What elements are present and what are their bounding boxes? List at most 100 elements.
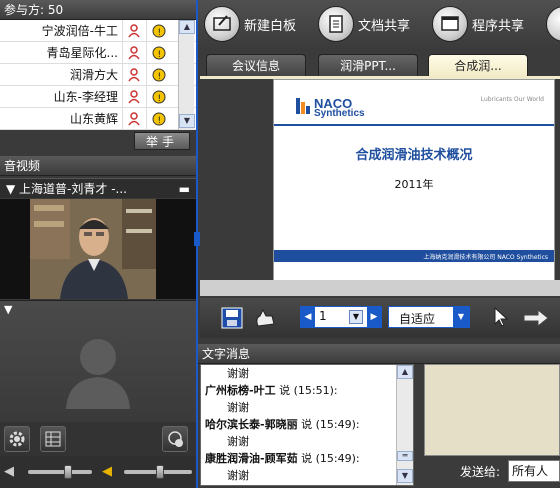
microphone-icon[interactable]: ◀	[102, 464, 112, 479]
tab-lubrication-ppt[interactable]: 润滑PPT...	[318, 54, 418, 76]
speaker-volume-knob[interactable]	[64, 465, 72, 479]
main-toolbar: 新建白板 文档共享 程序共享	[198, 0, 560, 50]
empty-video-slot: ▼	[0, 300, 196, 422]
mic-volume-knob[interactable]	[156, 465, 164, 479]
participants-scrollbar[interactable]: ▲ ▼	[178, 20, 195, 130]
svg-text:!: !	[157, 94, 161, 104]
chat-sender: 康胜润滑油-顾军茹	[205, 452, 298, 465]
svg-text:!: !	[157, 50, 161, 60]
scroll-down-icon[interactable]: ▼	[179, 114, 195, 128]
user-lock-icon[interactable]	[122, 107, 146, 130]
slide-tagline: Lubricants Our World	[480, 96, 544, 103]
chat-sender-line: 广州标榜-叶工 说 (15:51):	[201, 382, 413, 399]
chat-time: 说 (15:49):	[297, 418, 360, 431]
chat-scrollbar[interactable]: ▲ ═ ▼	[396, 365, 413, 485]
slide-year: 2011年	[394, 178, 434, 191]
save-icon[interactable]	[220, 306, 244, 333]
collapse-arrow-icon[interactable]: ▼	[6, 182, 19, 196]
zoom-dropdown-icon[interactable]: ▼	[453, 307, 469, 327]
list-item[interactable]: 青岛星际化... !	[0, 41, 196, 64]
chat-message: 谢谢	[227, 469, 249, 482]
raise-hand-row: 举手	[0, 130, 196, 152]
video-feed	[30, 199, 156, 299]
user-lock-icon[interactable]	[122, 63, 146, 86]
user-lock-icon[interactable]	[122, 19, 146, 42]
list-item[interactable]: 山东-李经理 !	[0, 85, 196, 108]
av-header: 音视频	[0, 156, 196, 176]
participant-name: 青岛星际化...	[46, 46, 118, 60]
participant-name: 山东-李经理	[53, 90, 118, 104]
chat-sender: 广州标榜-叶工	[205, 384, 276, 397]
collapse-arrow-icon[interactable]: ▼	[4, 303, 12, 316]
speaker-icon[interactable]: ◀	[4, 464, 14, 479]
next-arrow-icon[interactable]	[522, 308, 552, 331]
list-item[interactable]: 润滑方大 !	[0, 63, 196, 86]
whiteboard-icon	[204, 6, 240, 42]
page-dropdown-icon[interactable]: ▼	[349, 310, 363, 324]
logo-text-synthetics: Synthetics	[314, 108, 365, 119]
new-whiteboard-label: 新建白板	[244, 18, 297, 34]
list-item[interactable]: 山东黄辉 !	[0, 107, 196, 130]
participant-name: 山东黄辉	[69, 112, 118, 126]
new-whiteboard-button[interactable]: 新建白板	[204, 6, 296, 42]
slide-page: NACO Synthetics Lubricants Our World 合成润…	[274, 80, 554, 280]
chat-message: 谢谢	[227, 435, 249, 448]
chat-time: 说 (15:51):	[275, 384, 338, 397]
mic-warning-icon[interactable]: !	[146, 41, 170, 64]
mic-warning-icon[interactable]: !	[146, 19, 170, 42]
chat-input[interactable]	[424, 364, 560, 456]
page-number[interactable]: 1	[319, 309, 327, 323]
send-to-label: 发送给:	[460, 465, 501, 479]
speaker-volume-slider[interactable]	[28, 470, 92, 474]
mic-warning-icon[interactable]: !	[146, 63, 170, 86]
settings-icon[interactable]	[4, 426, 30, 452]
camera-disable-icon[interactable]	[162, 426, 188, 452]
scroll-thumb[interactable]: ═	[397, 451, 413, 461]
chat-sender: 哈尔滨长泰-郭晓丽	[205, 418, 298, 431]
participants-list: 宁波润倍-牛工 ! 青岛星际化... ! 润滑方大 ! 山东-李经理 ! 山东黄…	[0, 19, 196, 130]
scroll-up-icon[interactable]: ▲	[179, 20, 195, 34]
zoom-value: 自适应	[399, 312, 436, 326]
user-placeholder-icon	[66, 339, 130, 409]
more-tools-icon[interactable]	[546, 6, 560, 42]
slide-footer-text: 上海纳克润滑技术有限公司 NACO Synthetics	[423, 254, 548, 261]
chat-message: 谢谢	[227, 401, 249, 414]
zoom-select[interactable]: 自适应 ▼	[388, 306, 470, 328]
chat-message: 谢谢	[227, 367, 249, 380]
participant-name: 宁波润倍-牛工	[41, 24, 118, 38]
raise-hand-button[interactable]: 举手	[134, 132, 190, 150]
app-share-label: 程序共享	[472, 18, 525, 34]
slide-scroll-strip[interactable]	[200, 280, 560, 296]
tab-meeting-info[interactable]: 会议信息	[206, 54, 306, 76]
prev-page-icon[interactable]: ◀	[301, 307, 315, 327]
volume-controls: ◀ ◀	[0, 456, 196, 488]
document-tabs: 会议信息 润滑PPT... 合成润...	[198, 52, 560, 76]
list-item[interactable]: 宁波润倍-牛工 !	[0, 19, 196, 42]
mic-warning-icon[interactable]: !	[146, 85, 170, 108]
tab-synthetic-lube[interactable]: 合成润...	[428, 54, 528, 76]
app-share-button[interactable]: 程序共享	[432, 6, 524, 42]
pointer-hand-icon[interactable]	[252, 306, 278, 333]
program-window-icon	[432, 6, 468, 42]
mic-warning-icon[interactable]: !	[146, 107, 170, 130]
scroll-down-icon[interactable]: ▼	[397, 469, 413, 483]
chat-log: 谢谢 广州标榜-叶工 说 (15:51): 谢谢 哈尔滨长泰-郭晓丽 说 (15…	[200, 364, 414, 486]
send-to-select[interactable]: 所有人	[508, 460, 560, 482]
svg-text:!: !	[157, 116, 161, 126]
svg-text:!: !	[157, 72, 161, 82]
user-lock-icon[interactable]	[122, 41, 146, 64]
next-page-icon[interactable]: ▶	[367, 307, 381, 327]
slide-divider	[274, 124, 554, 126]
cursor-arrow-icon[interactable]	[492, 306, 510, 331]
slide-title: 合成润滑油技术概况	[355, 148, 473, 163]
chat-sender-line: 哈尔滨长泰-郭晓丽 说 (15:49):	[201, 416, 413, 433]
layout-grid-icon[interactable]	[40, 426, 66, 452]
svg-text:!: !	[157, 28, 161, 38]
maximize-icon[interactable]: ▬	[179, 179, 190, 199]
scroll-up-icon[interactable]: ▲	[397, 365, 413, 379]
page-selector[interactable]: ◀ 1 ▼ ▶	[300, 306, 382, 328]
video-tools-bar	[0, 422, 196, 456]
user-lock-icon[interactable]	[122, 85, 146, 108]
video-title: 上海道普-刘青才 -...	[19, 182, 127, 196]
doc-share-button[interactable]: 文档共享	[318, 6, 410, 42]
